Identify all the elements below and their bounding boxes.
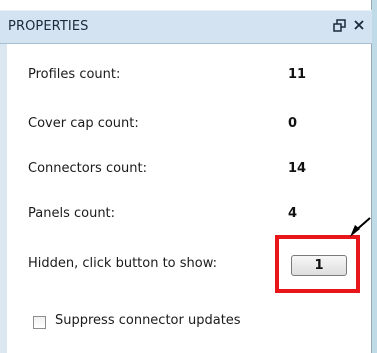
cover-cap-count-row: Cover cap count: 0: [28, 116, 328, 136]
panels-count-row: Panels count: 4: [28, 206, 328, 226]
connectors-count-value: 14: [288, 161, 307, 176]
connectors-count-row: Connectors count: 14: [28, 161, 328, 181]
profiles-count-row: Profiles count: 11: [28, 67, 328, 87]
panels-count-label: Panels count:: [28, 206, 116, 221]
cover-cap-count-label: Cover cap count:: [28, 116, 139, 131]
panel-title: PROPERTIES: [8, 19, 89, 34]
profiles-count-value: 11: [288, 67, 307, 82]
pin-icon[interactable]: [333, 19, 347, 33]
hidden-label: Hidden, click button to show:: [28, 256, 218, 271]
panels-count-value: 4: [288, 206, 298, 221]
suppress-updates-checkbox[interactable]: [33, 316, 46, 329]
panel-title-bar: PROPERTIES: [0, 10, 372, 44]
properties-panel: PROPERTIES Profiles count: 11 Cover cap …: [0, 0, 372, 353]
show-hidden-button[interactable]: 1: [291, 255, 347, 276]
close-icon[interactable]: [353, 19, 365, 31]
connectors-count-label: Connectors count:: [28, 161, 148, 176]
pointer-arrow-icon: [350, 217, 371, 237]
suppress-updates-label: Suppress connector updates: [55, 313, 241, 328]
profiles-count-label: Profiles count:: [28, 67, 121, 82]
cover-cap-count-value: 0: [288, 116, 298, 131]
panel-left-strip: [0, 44, 7, 353]
